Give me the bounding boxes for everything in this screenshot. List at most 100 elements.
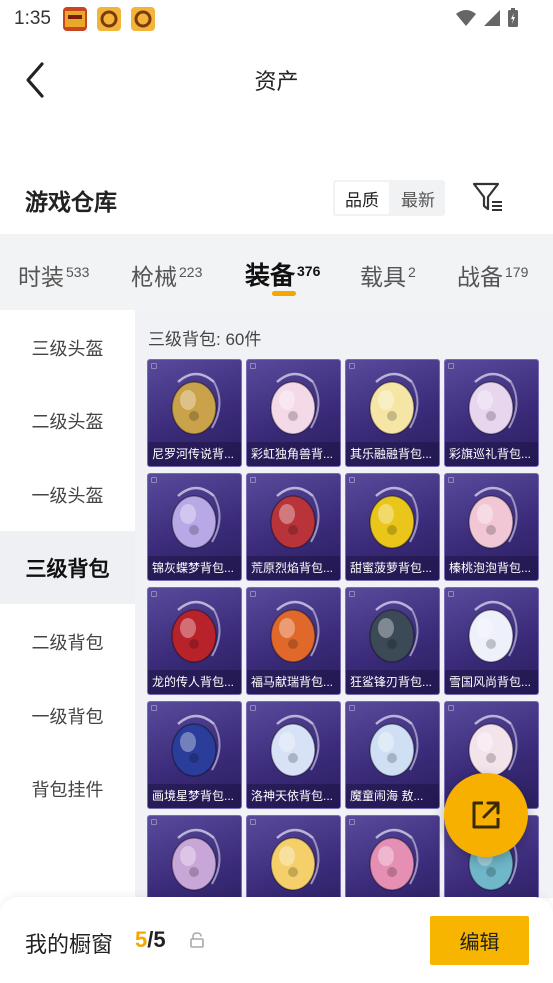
item-card-label: 画境星梦背包... bbox=[148, 784, 241, 808]
sidebar-item-level1-helmet[interactable]: 一级头盔 bbox=[0, 458, 135, 531]
external-share-icon bbox=[472, 801, 500, 829]
dragon-backpack-icon bbox=[171, 600, 221, 663]
shell-backpack-icon bbox=[171, 828, 221, 891]
item-card-label: 狂鲨锋刃背包... bbox=[346, 670, 439, 694]
pharaoh-backpack-icon bbox=[171, 372, 221, 435]
item-card-label: 锦灰蝶梦背包... bbox=[148, 556, 241, 580]
item-card[interactable]: 榛桃泡泡背包... bbox=[444, 473, 539, 581]
item-card[interactable]: 彩虹独角兽背... bbox=[246, 359, 341, 467]
tab-count: 376 bbox=[297, 263, 321, 279]
tab-combat-gear[interactable]: 战备 179 bbox=[457, 258, 528, 292]
showcase-bar: 我的橱窗 5/5 编辑 bbox=[0, 897, 553, 983]
tab-guns[interactable]: 枪械 223 bbox=[131, 258, 202, 292]
item-card-label: 榛桃泡泡背包... bbox=[445, 556, 538, 580]
lock-icon bbox=[190, 932, 204, 948]
duck-backpack-icon bbox=[270, 828, 320, 891]
heart-backpack-icon bbox=[369, 828, 419, 891]
item-card[interactable]: 雪国风尚背包... bbox=[444, 587, 539, 695]
item-card[interactable]: 彩旗巡礼背包... bbox=[444, 359, 539, 467]
orb-backpack-icon bbox=[369, 714, 419, 777]
tab-vehicles[interactable]: 载具 2 bbox=[360, 258, 416, 292]
sidebar-item-backpack-charm[interactable]: 背包挂件 bbox=[0, 752, 135, 825]
tab-equipment[interactable]: 装备 376 bbox=[245, 256, 320, 292]
butterfly-backpack-icon bbox=[171, 486, 221, 549]
flame-backpack-icon bbox=[270, 486, 320, 549]
item-card-label: 彩旗巡礼背包... bbox=[445, 442, 538, 466]
item-card[interactable]: 福马献瑞背包... bbox=[246, 587, 341, 695]
status-time: 1:35 bbox=[14, 8, 51, 29]
app-notification-icon-2 bbox=[131, 7, 155, 31]
edit-button[interactable]: 编辑 bbox=[430, 916, 529, 965]
horse-backpack-icon bbox=[270, 600, 320, 663]
item-card[interactable]: 尼罗河传说背... bbox=[147, 359, 242, 467]
tab-label: 枪械 bbox=[131, 264, 177, 290]
showcase-count: 5/5 bbox=[135, 927, 166, 953]
sort-by-newest[interactable]: 最新 bbox=[391, 180, 445, 216]
item-card-label: 尼罗河传说背... bbox=[148, 442, 241, 466]
item-card-label: 洛神天依背包... bbox=[247, 784, 340, 808]
game-app-notification-icon bbox=[63, 7, 87, 31]
item-card-label: 其乐融融背包... bbox=[346, 442, 439, 466]
item-card[interactable]: 洛神天依背包... bbox=[246, 701, 341, 809]
share-button[interactable] bbox=[444, 773, 528, 857]
angel-backpack-icon bbox=[270, 714, 320, 777]
item-card[interactable] bbox=[246, 815, 341, 898]
app-notification-icon bbox=[97, 7, 121, 31]
item-card[interactable]: 荒原烈焰背包... bbox=[246, 473, 341, 581]
tab-label: 装备 bbox=[245, 262, 296, 290]
item-card-label: 魔童闹海 敖... bbox=[346, 784, 439, 808]
mirror-backpack-icon bbox=[171, 714, 221, 777]
sidebar-item-level1-backpack[interactable]: 一级背包 bbox=[0, 679, 135, 752]
item-card-label: 彩虹独角兽背... bbox=[247, 442, 340, 466]
shark-backpack-icon bbox=[369, 600, 419, 663]
tab-count: 533 bbox=[66, 264, 90, 280]
sort-by-quality[interactable]: 品质 bbox=[335, 182, 389, 214]
sidebar-item-level2-helmet[interactable]: 二级头盔 bbox=[0, 384, 135, 457]
category-tabs: 时装 533 枪械 223 装备 376 载具 2 战备 179 bbox=[0, 234, 553, 310]
subcategory-sidebar: 三级头盔 二级头盔 一级头盔 三级背包 二级背包 一级背包 背包挂件 bbox=[0, 310, 135, 900]
item-card-label: 雪国风尚背包... bbox=[445, 670, 538, 694]
page-title: 资产 bbox=[254, 69, 299, 94]
item-card[interactable]: 甜蜜菠萝背包... bbox=[345, 473, 440, 581]
bunny-backpack-icon bbox=[369, 372, 419, 435]
unicorn-backpack-icon bbox=[270, 372, 320, 435]
item-card[interactable]: 狂鲨锋刃背包... bbox=[345, 587, 440, 695]
tab-count: 2 bbox=[408, 264, 416, 280]
warehouse-title: 游戏仓库 bbox=[25, 189, 117, 215]
item-card[interactable]: 锦灰蝶梦背包... bbox=[147, 473, 242, 581]
active-tab-indicator bbox=[272, 291, 296, 296]
item-card-label: 甜蜜菠萝背包... bbox=[346, 556, 439, 580]
sidebar-item-level2-backpack[interactable]: 二级背包 bbox=[0, 605, 135, 678]
tab-label: 战备 bbox=[457, 264, 503, 290]
tab-label: 时装 bbox=[18, 264, 64, 290]
tab-count: 179 bbox=[505, 264, 529, 280]
penguin-backpack-icon bbox=[468, 600, 518, 663]
item-card[interactable] bbox=[147, 815, 242, 898]
wifi-icon bbox=[456, 10, 476, 26]
sidebar-item-level3-backpack[interactable]: 三级背包 bbox=[0, 531, 135, 604]
tab-count: 223 bbox=[179, 264, 203, 280]
pineapple-backpack-icon bbox=[369, 486, 419, 549]
sidebar-item-level3-helmet[interactable]: 三级头盔 bbox=[0, 311, 135, 384]
grid-header: 三级背包: 60件 bbox=[148, 330, 262, 349]
signal-icon bbox=[484, 10, 500, 26]
item-card[interactable] bbox=[345, 815, 440, 898]
item-card[interactable]: 其乐融融背包... bbox=[345, 359, 440, 467]
sort-toggle: 品质 最新 bbox=[333, 180, 445, 216]
showcase-label: 我的橱窗 bbox=[25, 932, 114, 957]
tab-fashion[interactable]: 时装 533 bbox=[18, 258, 89, 292]
item-card[interactable]: 画境星梦背包... bbox=[147, 701, 242, 809]
item-card-label: 福马献瑞背包... bbox=[247, 670, 340, 694]
filter-button[interactable] bbox=[472, 180, 504, 214]
battery-icon bbox=[508, 8, 518, 27]
tab-label: 载具 bbox=[360, 264, 406, 290]
item-card[interactable]: 魔童闹海 敖... bbox=[345, 701, 440, 809]
bow-backpack-icon bbox=[468, 486, 518, 549]
ribbon-backpack-icon bbox=[468, 372, 518, 435]
item-card-label: 龙的传人背包... bbox=[148, 670, 241, 694]
item-card[interactable]: 龙的传人背包... bbox=[147, 587, 242, 695]
item-card-label: 荒原烈焰背包... bbox=[247, 556, 340, 580]
status-bar: 1:35 bbox=[0, 0, 553, 38]
showcase-total: 5 bbox=[153, 927, 166, 952]
showcase-current: 5 bbox=[135, 927, 148, 952]
